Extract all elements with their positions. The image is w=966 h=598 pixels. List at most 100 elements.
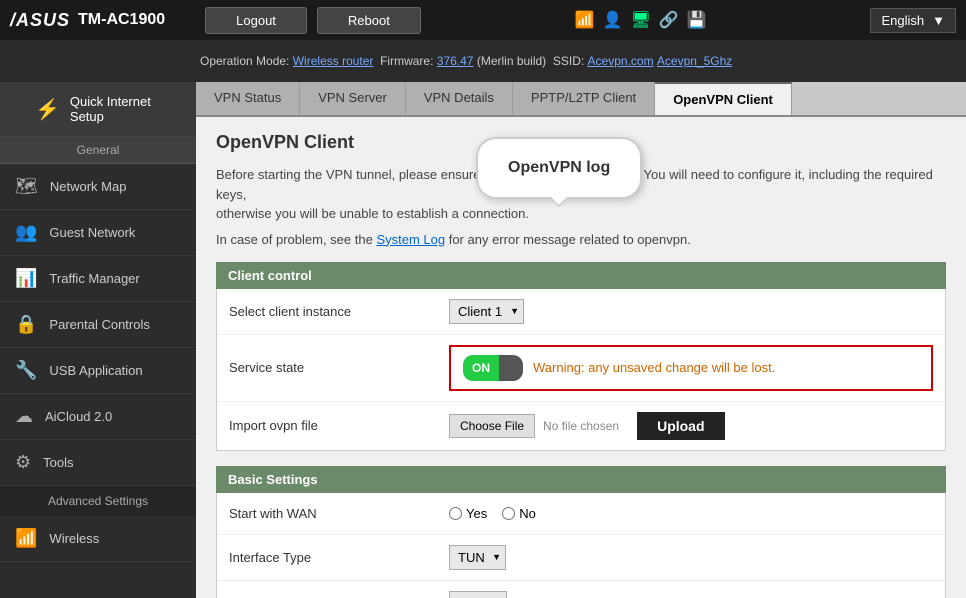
protocol-select[interactable]: TCP UDP — [449, 591, 507, 598]
sidebar-item-guest-network[interactable]: 👥 Guest Network — [0, 210, 196, 256]
sidebar-label-guest-network: Guest Network — [49, 225, 135, 240]
select-instance-row: Select client instance Client 1 Client 2… — [217, 289, 945, 335]
tab-pptp-l2tp[interactable]: PPTP/L2TP Client — [513, 82, 655, 115]
sidebar: ⚡ Quick InternetSetup General 🗺 Network … — [0, 82, 196, 598]
network-map-icon: 🗺 — [15, 176, 38, 197]
choose-file-button[interactable]: Choose File — [449, 414, 535, 438]
start-wan-radio-group: Yes No — [449, 506, 536, 521]
tab-vpn-server[interactable]: VPN Server — [300, 82, 406, 115]
yes-radio-label[interactable]: Yes — [449, 506, 487, 521]
parental-controls-icon: 🔒 — [15, 314, 37, 335]
layout: ⚡ Quick InternetSetup General 🗺 Network … — [0, 82, 966, 598]
service-state-label: Service state — [229, 360, 449, 375]
import-file-label: Import ovpn file — [229, 418, 449, 433]
sidebar-label-usb-application: USB Application — [49, 363, 142, 378]
no-radio-label[interactable]: No — [502, 506, 536, 521]
sidebar-label-aicloud: AiCloud 2.0 — [45, 409, 112, 424]
sidebar-item-traffic-manager[interactable]: 📊 Traffic Manager — [0, 256, 196, 302]
wifi-icon: 📶 — [575, 10, 595, 30]
tooltip-bubble: OpenVPN log — [476, 137, 642, 199]
logo-area: /ASUS TM-AC1900 — [10, 10, 165, 31]
guest-network-icon: 👥 — [15, 222, 37, 243]
client-instance-select[interactable]: Client 1 Client 2 Client 3 — [449, 299, 524, 324]
toggle-on-label: ON — [463, 355, 499, 381]
service-state-row: Service state ON Warning: any unsaved ch… — [217, 335, 945, 402]
sidebar-item-usb-application[interactable]: 🔧 USB Application — [0, 348, 196, 394]
sidebar-label-parental-controls: Parental Controls — [49, 317, 149, 332]
sidebar-item-aicloud[interactable]: ☁ AiCloud 2.0 — [0, 394, 196, 440]
tab-openvpn-client[interactable]: OpenVPN Client — [655, 82, 792, 115]
import-file-control: Choose File No file chosen Upload — [449, 412, 933, 440]
service-toggle[interactable]: ON — [463, 355, 523, 381]
operation-mode-value[interactable]: Wireless router — [293, 54, 374, 68]
yes-radio[interactable] — [449, 507, 462, 520]
asus-logo: /ASUS — [10, 10, 70, 31]
chevron-down-icon: ▼ — [932, 13, 945, 28]
monitor-icon: 🖥 — [631, 10, 651, 30]
sidebar-label-traffic-manager: Traffic Manager — [49, 271, 139, 286]
client-control-header: Client control — [216, 262, 946, 289]
tab-vpn-details[interactable]: VPN Details — [406, 82, 513, 115]
import-file-row: Import ovpn file Choose File No file cho… — [217, 402, 945, 450]
main-content: VPN Status VPN Server VPN Details PPTP/L… — [196, 82, 966, 598]
content-area: OpenVPN log OpenVPN Client Before starti… — [196, 117, 966, 598]
protocol-select-wrap[interactable]: TCP UDP — [449, 591, 507, 598]
sidebar-label-tools: Tools — [43, 455, 73, 470]
header-buttons: Logout Reboot — [205, 7, 421, 34]
usb-application-icon: 🔧 — [15, 360, 37, 381]
sidebar-label-network-map: Network Map — [50, 179, 127, 194]
language-selector[interactable]: English ▼ — [870, 8, 956, 33]
start-wan-label: Start with WAN — [229, 506, 449, 521]
general-section-label: General — [0, 137, 196, 164]
sidebar-item-wireless[interactable]: 📶 Wireless — [0, 516, 196, 562]
quick-setup-item[interactable]: ⚡ Quick InternetSetup — [0, 82, 196, 137]
model-name: TM-AC1900 — [78, 11, 165, 29]
advanced-settings-label[interactable]: Advanced Settings — [0, 486, 196, 516]
warning-text: Warning: any unsaved change will be lost… — [533, 360, 775, 375]
firmware-value[interactable]: 376.47 — [437, 54, 474, 68]
client-instance-select-wrap[interactable]: Client 1 Client 2 Client 3 — [449, 299, 524, 324]
reboot-button[interactable]: Reboot — [317, 7, 421, 34]
tab-vpn-status[interactable]: VPN Status — [196, 82, 300, 115]
interface-type-row: Interface Type TUN TAP — [217, 535, 945, 581]
logout-button[interactable]: Logout — [205, 7, 307, 34]
quick-setup-icon: ⚡ — [35, 97, 60, 122]
ssid-value[interactable]: Acevpn.com — [588, 54, 654, 68]
interface-type-select[interactable]: TUN TAP — [449, 545, 506, 570]
ssid-label: SSID: — [553, 54, 584, 68]
language-label: English — [881, 13, 924, 28]
traffic-manager-icon: 📊 — [15, 268, 37, 289]
sidebar-label-wireless: Wireless — [49, 531, 99, 546]
no-radio[interactable] — [502, 507, 515, 520]
firmware-label: Firmware: — [380, 54, 433, 68]
system-log-link[interactable]: System Log — [376, 232, 445, 247]
interface-type-select-wrap[interactable]: TUN TAP — [449, 545, 506, 570]
service-state-control: ON Warning: any unsaved change will be l… — [449, 345, 933, 391]
sidebar-item-network-map[interactable]: 🗺 Network Map — [0, 164, 196, 210]
interface-type-label: Interface Type — [229, 550, 449, 565]
tools-icon: ⚙ — [15, 452, 31, 473]
operation-mode-label: Operation Mode: — [200, 54, 289, 68]
header: /ASUS TM-AC1900 Logout Reboot 📶 👤 🖥 🔗 💾 … — [0, 0, 966, 40]
start-wan-control: Yes No — [449, 506, 933, 521]
wireless-icon: 📶 — [15, 528, 37, 549]
interface-type-control: TUN TAP — [449, 545, 933, 570]
user-icon: 👤 — [603, 10, 623, 30]
upload-button[interactable]: Upload — [637, 412, 724, 440]
toggle-off-indicator — [499, 355, 523, 381]
ssid-5g[interactable]: Acevpn_5Ghz — [657, 54, 732, 68]
basic-settings-body: Start with WAN Yes No — [216, 493, 946, 598]
header-icons: 📶 👤 🖥 🔗 💾 — [575, 10, 707, 30]
aicloud-icon: ☁ — [15, 406, 33, 427]
sidebar-item-tools[interactable]: ⚙ Tools — [0, 440, 196, 486]
quick-setup-label: Quick InternetSetup — [70, 94, 151, 124]
sidebar-item-parental-controls[interactable]: 🔒 Parental Controls — [0, 302, 196, 348]
protocol-row: Protocol TCP UDP — [217, 581, 945, 598]
tooltip-text: OpenVPN log — [508, 159, 610, 176]
select-instance-label: Select client instance — [229, 304, 449, 319]
start-wan-row: Start with WAN Yes No — [217, 493, 945, 535]
select-instance-control: Client 1 Client 2 Client 3 — [449, 299, 933, 324]
client-control-body: Select client instance Client 1 Client 2… — [216, 289, 946, 451]
basic-settings-header: Basic Settings — [216, 466, 946, 493]
problem-note: In case of problem, see the System Log f… — [216, 232, 946, 247]
